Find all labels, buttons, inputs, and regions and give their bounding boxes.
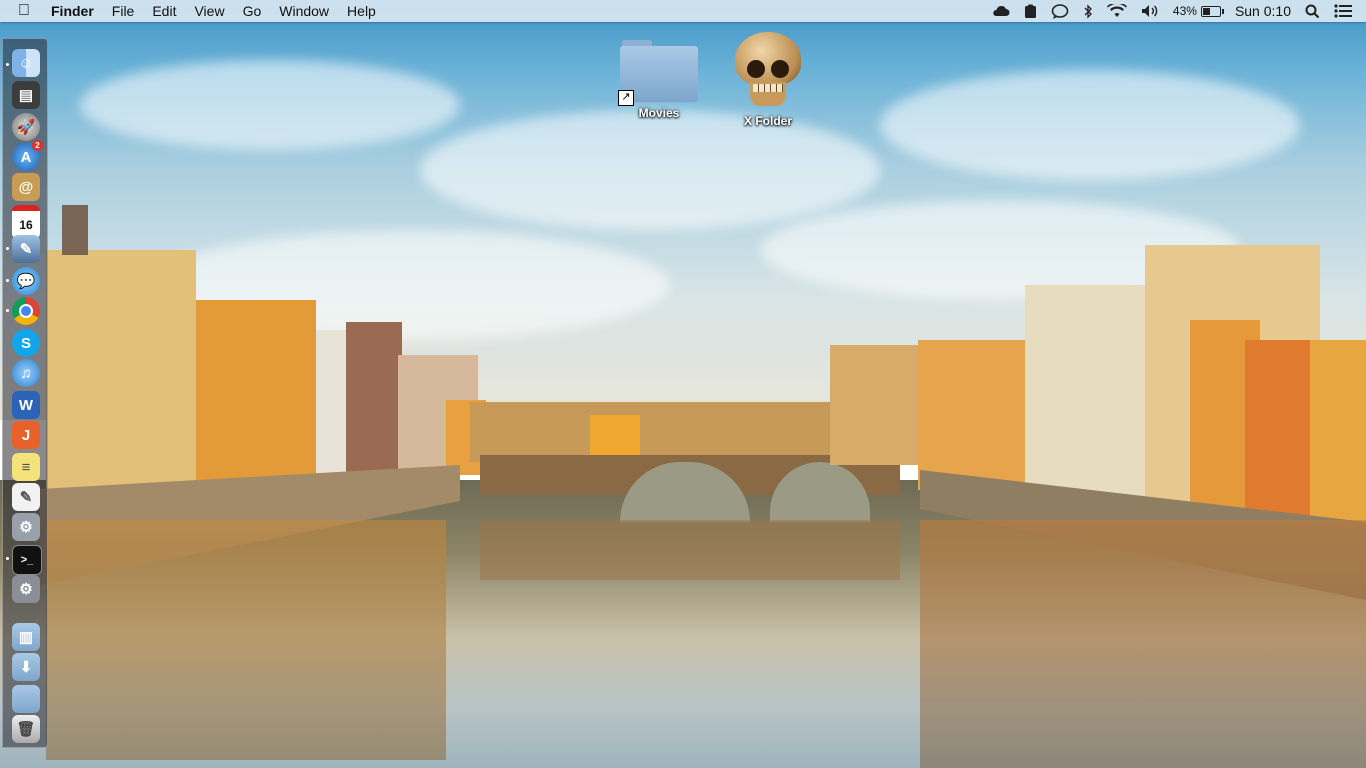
wallpaper-reflection bbox=[46, 520, 446, 760]
running-indicator bbox=[6, 279, 9, 282]
desktop-icon-label: Movies bbox=[638, 106, 680, 120]
spotlight-search-icon[interactable] bbox=[1298, 4, 1327, 19]
running-indicator bbox=[6, 557, 9, 560]
alias-arrow-icon: ↗ bbox=[618, 90, 634, 106]
app-store-badge: 2 bbox=[32, 140, 43, 151]
wallpaper-building bbox=[1245, 340, 1315, 530]
battery-indicator[interactable]: 43% bbox=[1166, 0, 1228, 22]
menu-go[interactable]: Go bbox=[234, 0, 271, 22]
launchpad-icon[interactable]: 🚀 bbox=[12, 113, 40, 141]
wallpaper-building bbox=[196, 300, 316, 480]
downloads-folder-icon[interactable]: ⬇ bbox=[12, 653, 40, 681]
calendar-day: 16 bbox=[19, 218, 33, 232]
clipboard-icon[interactable] bbox=[1017, 4, 1044, 19]
menu-window[interactable]: Window bbox=[270, 0, 338, 22]
wallpaper-cloud bbox=[80, 60, 460, 150]
clock[interactable]: Sun 0:10 bbox=[1228, 0, 1298, 22]
wallpaper-bridge bbox=[470, 402, 890, 462]
menu-bar:  Finder File Edit View Go Window Help 4… bbox=[0, 0, 1366, 22]
itunes-icon[interactable]: ♫ bbox=[12, 359, 40, 387]
wallpaper-building bbox=[346, 322, 402, 472]
dashboard-icon[interactable]: ▤ bbox=[12, 81, 40, 109]
word-icon[interactable]: W bbox=[12, 391, 40, 419]
menu-app-name[interactable]: Finder bbox=[42, 0, 103, 22]
stickies-icon[interactable]: ≡ bbox=[12, 453, 40, 481]
wallpaper-reflection bbox=[480, 520, 900, 580]
wallpaper-building bbox=[1025, 285, 1150, 505]
apple-menu-icon[interactable]:  bbox=[0, 0, 42, 22]
wallpaper-cloud bbox=[880, 70, 1300, 180]
textedit-icon[interactable]: ✎ bbox=[12, 483, 40, 511]
folder-alias-icon: ↗ bbox=[618, 40, 698, 106]
contacts-icon[interactable]: @ bbox=[12, 173, 40, 201]
battery-icon bbox=[1200, 5, 1224, 17]
running-indicator bbox=[6, 247, 9, 250]
messages-icon[interactable]: 💬 bbox=[12, 267, 40, 295]
wallpaper-tower bbox=[62, 205, 88, 255]
battery-level bbox=[1202, 7, 1210, 15]
wifi-icon[interactable] bbox=[1100, 4, 1134, 18]
cloud-icon[interactable] bbox=[985, 5, 1017, 17]
wallpaper-building bbox=[1310, 340, 1366, 535]
system-preferences-icon[interactable]: ⚙ bbox=[12, 575, 40, 603]
skull-icon bbox=[735, 32, 801, 110]
documents-folder-icon[interactable]: ▥ bbox=[12, 623, 40, 651]
utility-icon[interactable]: ⚙ bbox=[12, 513, 40, 541]
volume-icon[interactable] bbox=[1134, 4, 1166, 18]
dock: ☺ ▤ 🚀 A 2 @ 16 ✎ 💬 S ♫ W J ≡ ✎ ⚙ >_ ⚙ ▥ … bbox=[2, 38, 48, 748]
menu-view[interactable]: View bbox=[185, 0, 233, 22]
terminal-icon[interactable]: >_ bbox=[12, 545, 42, 575]
wallpaper-reflection bbox=[920, 520, 1366, 768]
menu-help[interactable]: Help bbox=[338, 0, 385, 22]
chat-bubble-icon[interactable] bbox=[1044, 3, 1076, 19]
bluetooth-icon[interactable] bbox=[1076, 3, 1100, 19]
folder-icon[interactable] bbox=[12, 685, 40, 713]
menu-edit[interactable]: Edit bbox=[143, 0, 185, 22]
finder-icon[interactable]: ☺ bbox=[12, 49, 40, 77]
trash-icon[interactable]: 🗑 bbox=[12, 715, 40, 743]
wallpaper-cloud bbox=[420, 110, 880, 230]
wallpaper-building bbox=[918, 340, 1028, 490]
desktop-icon-movies[interactable]: ↗ Movies bbox=[614, 40, 704, 120]
app-store-icon[interactable]: A 2 bbox=[12, 140, 43, 171]
desktop-icon-x-folder[interactable]: X Folder bbox=[723, 32, 813, 128]
chrome-icon[interactable] bbox=[12, 297, 40, 325]
battery-percent: 43% bbox=[1172, 4, 1197, 18]
calendar-icon[interactable]: 16 bbox=[12, 205, 40, 239]
menu-file[interactable]: File bbox=[103, 0, 144, 22]
skype-icon[interactable]: S bbox=[12, 329, 40, 357]
status-area: 43% Sun 0:10 bbox=[985, 0, 1366, 22]
running-indicator bbox=[6, 309, 9, 312]
app-icon[interactable]: J bbox=[12, 421, 40, 449]
wallpaper-building bbox=[590, 415, 640, 455]
notification-center-icon[interactable] bbox=[1327, 4, 1366, 18]
running-indicator bbox=[6, 63, 9, 66]
desktop-icon-label: X Folder bbox=[743, 114, 792, 128]
preview-icon[interactable]: ✎ bbox=[12, 235, 40, 263]
wallpaper-building bbox=[46, 250, 196, 490]
wallpaper-building bbox=[830, 345, 920, 465]
